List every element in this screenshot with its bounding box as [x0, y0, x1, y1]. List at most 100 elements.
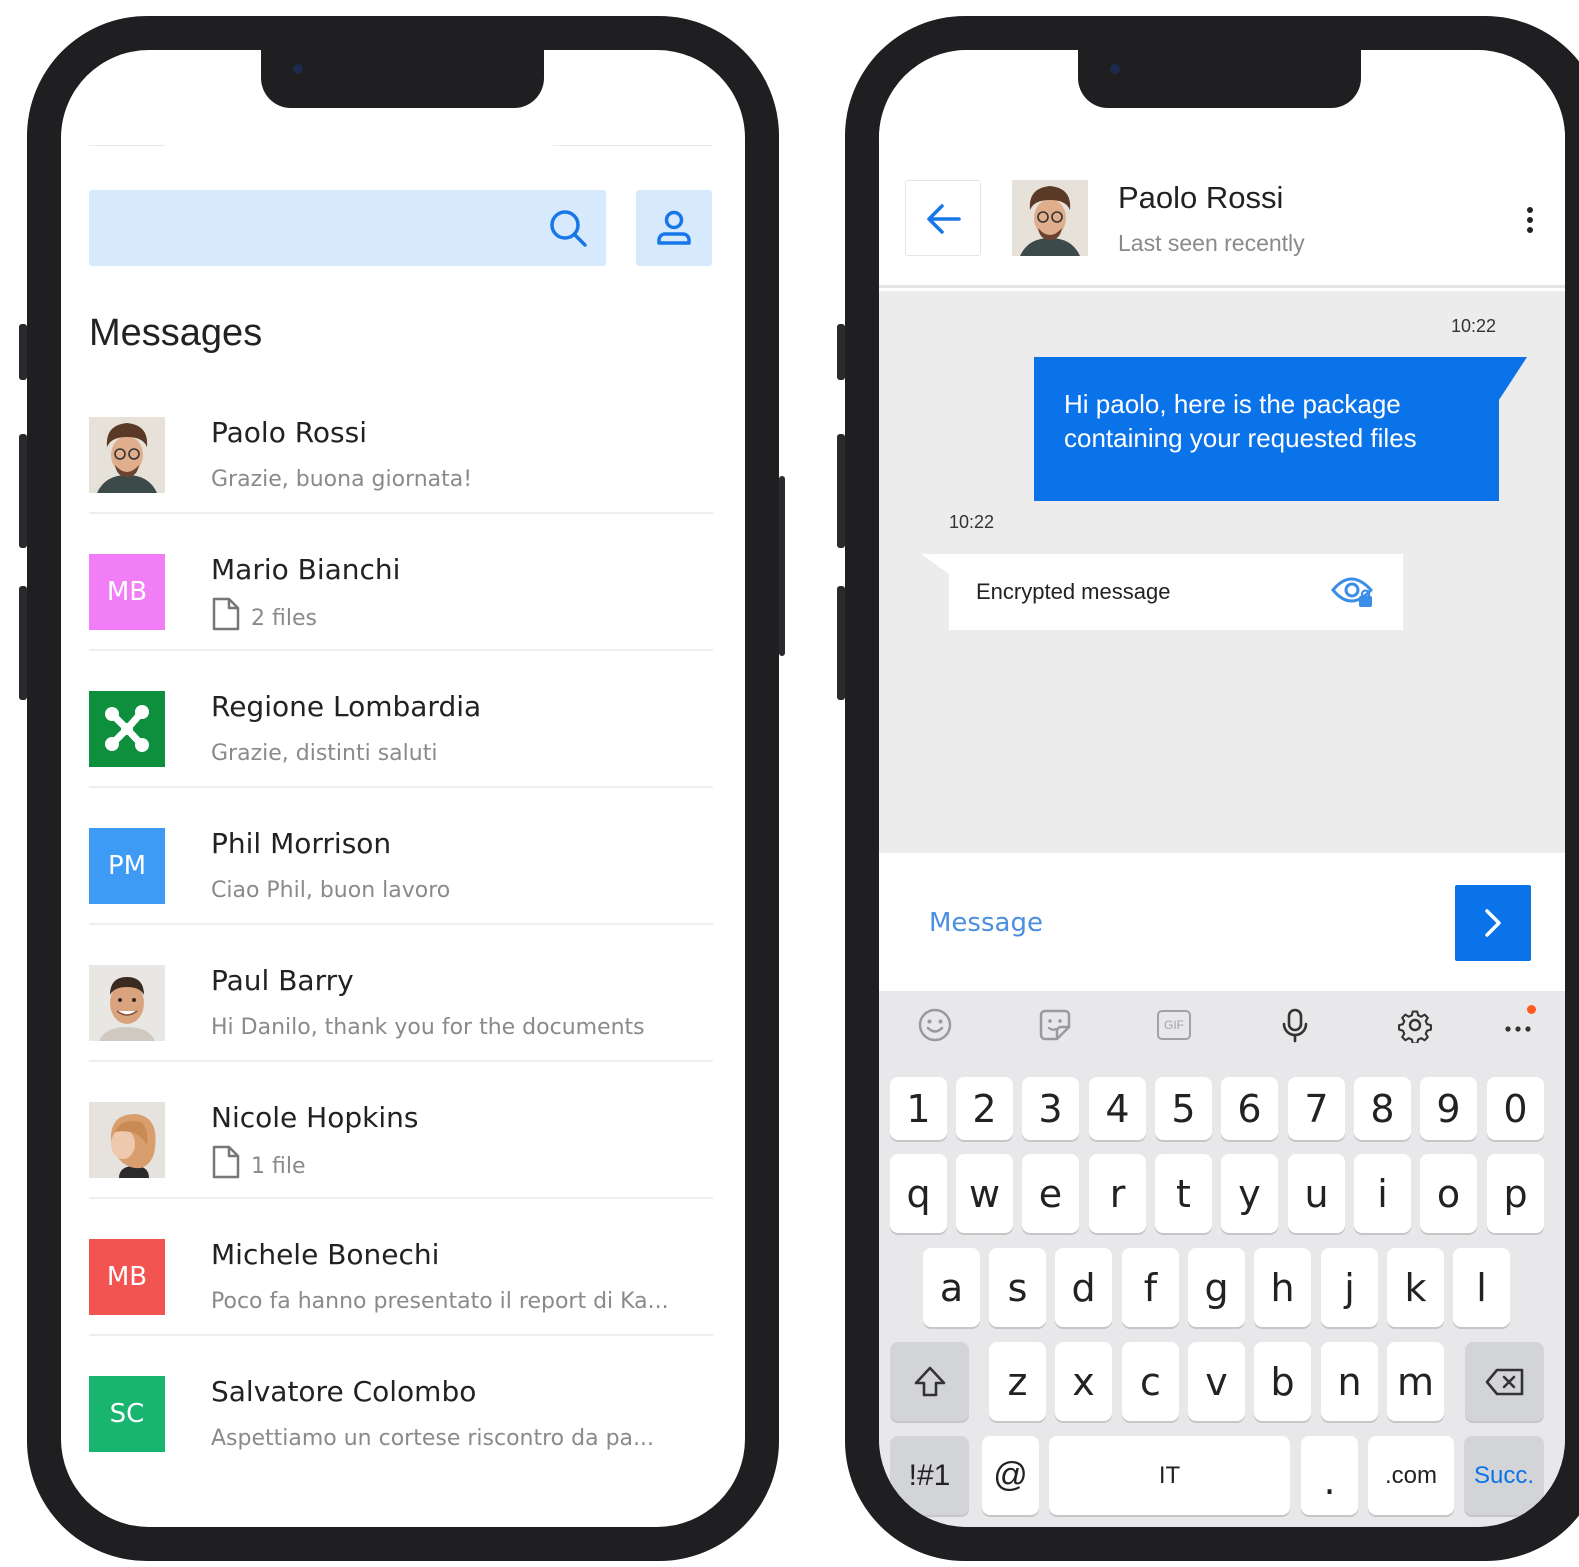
arrow-left-icon — [927, 204, 961, 234]
preview-text: Poco fa hanno presentato il report di Ka… — [211, 1289, 669, 1314]
key-k[interactable]: k — [1387, 1248, 1444, 1327]
conversation-item[interactable]: SC Salvatore Colombo Aspettiamo un corte… — [89, 1336, 713, 1473]
page-title: Messages — [89, 312, 263, 354]
key-e[interactable]: e — [1022, 1154, 1079, 1233]
message-text: Hi paolo, here is the package containing… — [1064, 389, 1417, 453]
key-dotcom[interactable]: .com — [1368, 1436, 1454, 1515]
incoming-message-bubble[interactable]: Encrypted message — [949, 554, 1403, 630]
key-q[interactable]: q — [890, 1154, 947, 1233]
key-j[interactable]: j — [1321, 1248, 1378, 1327]
key-f[interactable]: f — [1122, 1248, 1179, 1327]
conversation-item[interactable]: PM Phil Morrison Ciao Phil, buon lavoro — [89, 788, 713, 925]
key-period[interactable]: . — [1301, 1436, 1358, 1515]
message-text: Encrypted message — [976, 579, 1171, 604]
key-t[interactable]: t — [1155, 1154, 1212, 1233]
avatar: SC — [89, 1376, 165, 1452]
key-0[interactable]: 0 — [1487, 1077, 1544, 1140]
conversation-preview: Grazie, distinti saluti — [211, 741, 437, 766]
key-s[interactable]: s — [989, 1248, 1046, 1327]
key-r[interactable]: r — [1089, 1154, 1146, 1233]
divider — [89, 145, 165, 146]
key-i[interactable]: i — [1354, 1154, 1411, 1233]
sticker-icon[interactable] — [1037, 1007, 1073, 1043]
key-9[interactable]: 9 — [1420, 1077, 1477, 1140]
key-7[interactable]: 7 — [1288, 1077, 1345, 1140]
backspace-key[interactable] — [1465, 1342, 1544, 1421]
outgoing-message-bubble[interactable]: Hi paolo, here is the package containing… — [1034, 357, 1499, 501]
eye-lock-icon[interactable] — [1331, 574, 1375, 610]
contact-avatar[interactable] — [1012, 180, 1088, 256]
contact-name: Paolo Rossi — [1118, 180, 1284, 215]
message-input[interactable]: Message — [929, 908, 1043, 938]
conversation-item[interactable]: Paolo Rossi Grazie, buona giornata! — [89, 377, 713, 514]
back-button[interactable] — [905, 180, 981, 256]
gif-icon[interactable]: GIF — [1157, 1010, 1191, 1040]
settings-gear-icon[interactable] — [1397, 1007, 1433, 1043]
key-o[interactable]: o — [1420, 1154, 1477, 1233]
key-m[interactable]: m — [1387, 1342, 1444, 1421]
conversation-item[interactable]: Regione Lombardia Grazie, distinti salut… — [89, 651, 713, 788]
key-c[interactable]: c — [1122, 1342, 1179, 1421]
key-b[interactable]: b — [1254, 1342, 1311, 1421]
avatar: MB — [89, 554, 165, 630]
key-6[interactable]: 6 — [1221, 1077, 1278, 1140]
more-options-icon[interactable] — [1525, 207, 1535, 237]
space-key[interactable]: IT — [1049, 1436, 1290, 1515]
key-3[interactable]: 3 — [1022, 1077, 1079, 1140]
phone-volume-up-button — [19, 434, 27, 548]
bubble-tail — [921, 554, 949, 574]
shift-key[interactable] — [890, 1342, 969, 1421]
key-2[interactable]: 2 — [956, 1077, 1013, 1140]
key-5[interactable]: 5 — [1155, 1077, 1212, 1140]
key-n[interactable]: n — [1321, 1342, 1378, 1421]
key-4[interactable]: 4 — [1089, 1077, 1146, 1140]
front-camera — [293, 64, 303, 74]
phone-mute-switch — [19, 324, 27, 380]
phone-frame-chat: Paolo Rossi Last seen recently 10:22 Hi … — [837, 16, 1579, 1561]
notification-dot — [1527, 1005, 1536, 1014]
photo-man-smiling-avatar — [89, 965, 165, 1041]
preview-text: 1 file — [251, 1153, 306, 1179]
search-icon[interactable] — [548, 208, 588, 248]
shift-arrow-icon — [914, 1366, 945, 1396]
phone-frame-messages: Messages Paolo Rossi Grazie, buona giorn… — [19, 16, 785, 1561]
key-1[interactable]: 1 — [890, 1077, 947, 1140]
key-p[interactable]: p — [1487, 1154, 1544, 1233]
contact-status: Last seen recently — [1118, 230, 1305, 256]
conversation-item[interactable]: MB Michele Bonechi Poco fa hanno present… — [89, 1199, 713, 1336]
conversation-item[interactable]: MB Mario Bianchi 2 files — [89, 514, 713, 651]
key-8[interactable]: 8 — [1354, 1077, 1411, 1140]
key-y[interactable]: y — [1221, 1154, 1278, 1233]
conversation-name: Mario Bianchi — [211, 553, 401, 586]
key-w[interactable]: w — [956, 1154, 1013, 1233]
front-camera — [1110, 64, 1120, 74]
key-a[interactable]: a — [923, 1248, 980, 1327]
key-l[interactable]: l — [1453, 1248, 1510, 1327]
regione-lombardia-logo-icon — [105, 705, 149, 752]
key-at[interactable]: @ — [982, 1436, 1039, 1515]
send-button[interactable] — [1455, 885, 1531, 961]
key-v[interactable]: v — [1188, 1342, 1245, 1421]
profile-button[interactable] — [636, 190, 712, 266]
key-h[interactable]: h — [1254, 1248, 1311, 1327]
phone-volume-down-button — [837, 586, 845, 700]
key-x[interactable]: x — [1055, 1342, 1112, 1421]
key-z[interactable]: z — [989, 1342, 1046, 1421]
search-input[interactable] — [89, 190, 606, 266]
conversation-preview: Grazie, buona giornata! — [211, 467, 472, 492]
conversation-preview: Ciao Phil, buon lavoro — [211, 878, 450, 903]
enter-next-key[interactable]: Succ. — [1464, 1436, 1544, 1515]
key-g[interactable]: g — [1188, 1248, 1245, 1327]
microphone-icon[interactable] — [1277, 1007, 1313, 1043]
phone-mute-switch — [837, 324, 845, 380]
conversation-item[interactable]: Paul Barry Hi Danilo, thank you for the … — [89, 925, 713, 1062]
chevron-right-icon — [1485, 909, 1501, 937]
key-u[interactable]: u — [1288, 1154, 1345, 1233]
conversation-preview: 1 file — [211, 1145, 306, 1180]
file-icon — [212, 597, 240, 631]
key-d[interactable]: d — [1055, 1248, 1112, 1327]
emoji-icon[interactable] — [917, 1007, 953, 1043]
symbols-key[interactable]: !#1 — [890, 1436, 969, 1515]
conversation-name: Paolo Rossi — [211, 416, 368, 449]
conversation-item[interactable]: Nicole Hopkins 1 file — [89, 1062, 713, 1199]
